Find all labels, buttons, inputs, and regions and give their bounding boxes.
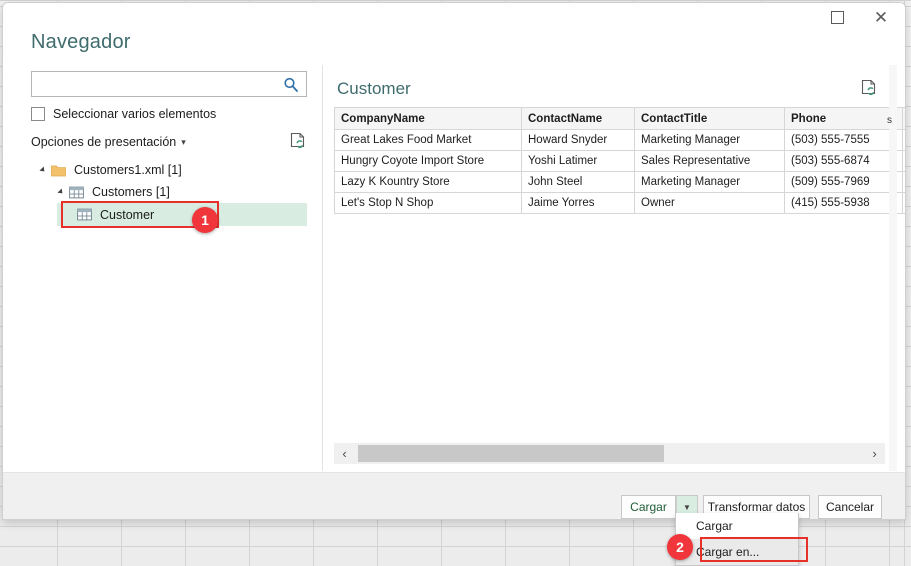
table-cell: Tab [902, 171, 905, 193]
table-cell: Sales Representative [634, 150, 785, 172]
table-cell: Howard Snyder [521, 129, 635, 151]
table-cell: Marketing Manager [634, 171, 785, 193]
search-input[interactable] [32, 72, 278, 96]
preview-table: CompanyName ContactName ContactTitle Pho… [334, 107, 905, 214]
table-cell: Marketing Manager [634, 129, 785, 151]
multiselect-label: Seleccionar varios elementos [53, 107, 217, 121]
table-cell: Lazy K Kountry Store [334, 171, 522, 193]
tree-item-label: Customers1.xml [1] [74, 163, 182, 177]
column-header[interactable]: Full [902, 107, 905, 130]
search-box[interactable] [31, 71, 307, 97]
tree-item-customers1-xml[interactable]: Customers1.xml [1] [31, 159, 309, 181]
page-title: Navegador [31, 31, 131, 53]
load-button[interactable]: Cargar [621, 495, 676, 519]
menu-item-cargar[interactable]: Cargar [676, 513, 798, 539]
table-cell: Tab [902, 150, 905, 172]
preview-title: Customer [337, 79, 411, 98]
folder-icon [51, 164, 66, 177]
navigator-left-pane: Seleccionar varios elementos Opciones de… [31, 71, 309, 471]
table-cell: Hungry Coyote Import Store [334, 150, 522, 172]
table-cell: John Steel [521, 171, 635, 193]
table-cell: Jaime Yorres [521, 192, 635, 214]
table-row[interactable]: Hungry Coyote Import Store Yoshi Latimer… [334, 150, 905, 172]
display-options-label: Opciones de presentación [31, 135, 177, 149]
refresh-document-icon[interactable] [290, 132, 307, 155]
cancel-button[interactable]: Cancelar [818, 495, 882, 519]
expand-caret-icon[interactable] [57, 188, 65, 196]
table-icon [69, 186, 84, 199]
table-header-row: CompanyName ContactName ContactTitle Pho… [334, 107, 905, 130]
table-cell: Great Lakes Food Market [334, 129, 522, 151]
table-cell: (509) 555-7969 [784, 171, 903, 193]
scrollbar-thumb[interactable] [358, 445, 664, 462]
table-cell: Tab [902, 129, 905, 151]
scroll-right-icon[interactable]: › [864, 443, 885, 464]
table-cell: (415) 555-5938 [784, 192, 903, 214]
table-row[interactable]: Lazy K Kountry Store John Steel Marketin… [334, 171, 905, 193]
navigator-tree[interactable]: Customers1.xml [1] Customers [1] [31, 159, 309, 203]
multiselect-checkbox[interactable] [31, 107, 45, 121]
column-header[interactable]: CompanyName [334, 107, 522, 130]
expand-caret-icon[interactable] [39, 166, 47, 174]
close-icon[interactable]: ✕ [859, 3, 903, 31]
step-2-highlight-box [700, 537, 808, 562]
chevron-down-icon[interactable]: ▾ [181, 137, 186, 147]
navigator-dialog: ✕ Navegador Seleccionar varios elementos… [2, 2, 906, 520]
column-header[interactable]: Phone [784, 107, 903, 130]
table-cell: Tab [902, 192, 905, 214]
table-cell: Yoshi Latimer [521, 150, 635, 172]
table-row[interactable]: Great Lakes Food Market Howard Snyder Ma… [334, 129, 905, 151]
multiselect-checkbox-row[interactable]: Seleccionar varios elementos [31, 107, 216, 121]
dialog-titlebar: ✕ [3, 3, 905, 31]
display-options-row[interactable]: Opciones de presentación ▾ [31, 132, 307, 155]
maximize-icon[interactable] [815, 3, 859, 31]
table-cell: Let's Stop N Shop [334, 192, 522, 214]
edge-text-fragment: s [887, 115, 892, 126]
search-icon [282, 76, 300, 94]
pane-divider [322, 65, 323, 471]
tree-item-customers[interactable]: Customers [1] [31, 181, 309, 203]
step-1-badge: 1 [192, 207, 218, 233]
column-header[interactable]: ContactName [521, 107, 635, 130]
table-cell: Owner [634, 192, 785, 214]
preview-horizontal-scrollbar[interactable]: ‹ › [334, 443, 885, 464]
table-row[interactable]: Let's Stop N Shop Jaime Yorres Owner (41… [334, 192, 905, 214]
refresh-document-icon[interactable] [861, 79, 878, 102]
tree-item-label: Customers [1] [92, 185, 170, 199]
step-2-badge: 2 [667, 534, 693, 560]
column-header[interactable]: ContactTitle [634, 107, 785, 130]
scroll-left-icon[interactable]: ‹ [334, 443, 355, 464]
table-cell: (503) 555-6874 [784, 150, 903, 172]
table-cell: (503) 555-7555 [784, 129, 903, 151]
